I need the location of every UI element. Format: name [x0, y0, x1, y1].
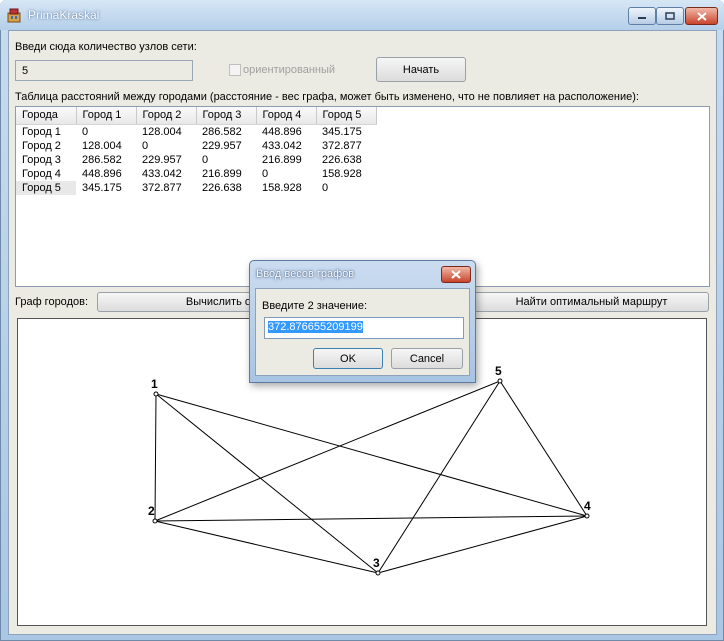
table-cell[interactable]: Город 4	[16, 167, 76, 181]
weight-value-text: 372.876655209199	[268, 321, 363, 333]
close-button[interactable]	[685, 7, 718, 25]
table-cell[interactable]: 216.899	[256, 153, 316, 167]
table-cell[interactable]: 0	[136, 139, 196, 153]
graph-node	[375, 570, 381, 576]
table-row[interactable]: Город 4 448.896 433.042 216.899 0 158.928	[16, 167, 376, 181]
column-header[interactable]: Город 4	[256, 107, 317, 125]
graph-node-label: 4	[584, 499, 591, 513]
window-title: PrimaKraskal	[28, 8, 100, 22]
table-cell[interactable]: 226.638	[196, 181, 256, 195]
table-cell[interactable]: 372.877	[136, 181, 196, 195]
table-cell[interactable]: 448.896	[76, 167, 136, 181]
table-cell[interactable]: 372.877	[316, 139, 376, 153]
table-cell[interactable]: 0	[76, 124, 136, 139]
table-caption: Таблица расстояний между городами (расст…	[15, 91, 639, 103]
table-cell[interactable]: 286.582	[196, 124, 256, 139]
start-button[interactable]: Начать	[376, 57, 466, 82]
table-header-row: Города Город 1 Город 2 Город 3 Город 4 Г…	[16, 107, 377, 125]
table-cell[interactable]: 158.928	[316, 167, 376, 181]
directed-checkbox[interactable]	[229, 64, 241, 76]
table-cell[interactable]: 0	[196, 153, 256, 167]
minimize-button[interactable]	[628, 7, 656, 25]
graph-edge	[154, 393, 157, 522]
graph-node	[497, 378, 503, 384]
graph-edge	[499, 380, 588, 517]
dialog-close-button[interactable]	[441, 266, 471, 283]
column-header[interactable]: Город 1	[76, 107, 137, 125]
table-cell[interactable]: Город 3	[16, 153, 76, 167]
column-header[interactable]: Города	[16, 107, 77, 125]
graph-edge	[155, 393, 588, 517]
app-icon	[6, 7, 22, 23]
table-cell[interactable]: 0	[316, 181, 376, 195]
dialog-prompt: Введите 2 значение:	[262, 300, 367, 312]
dialog-title: Ввод весов графов	[256, 268, 355, 280]
graph-node-label: 3	[373, 556, 380, 570]
table-row[interactable]: Город 5 345.175 372.877 226.638 158.928 0	[16, 180, 376, 195]
graph-edge	[154, 515, 588, 522]
weight-input-dialog: Ввод весов графов Введите 2 значение: 37…	[249, 260, 476, 383]
close-icon	[696, 11, 707, 21]
graph-node	[584, 513, 590, 519]
directed-checkbox-label: ориентированный	[243, 64, 336, 76]
graph-edge	[154, 520, 379, 574]
title-bar: PrimaKraskal	[0, 0, 724, 30]
table-cell[interactable]: 0	[256, 167, 316, 181]
nodes-count-label: Введи сюда количество узлов сети:	[15, 41, 197, 53]
table-row[interactable]: Город 1 0 128.004 286.582 448.896 345.175	[16, 124, 376, 139]
minimize-icon	[638, 17, 646, 19]
table-cell[interactable]: 433.042	[136, 167, 196, 181]
table-row[interactable]: Город 3 286.582 229.957 0 216.899 226.638	[16, 153, 376, 167]
graph-node-label: 1	[151, 377, 158, 391]
table-cell[interactable]: 448.896	[256, 124, 316, 139]
graph-edge	[155, 393, 379, 574]
dialog-body: Введите 2 значение: 372.876655209199 OK …	[255, 288, 470, 376]
ok-button[interactable]: OK	[313, 348, 383, 369]
table-cell[interactable]: Город 2	[16, 139, 76, 153]
distance-grid: Города Город 1 Город 2 Город 3 Город 4 Г…	[16, 107, 377, 195]
graph-node	[152, 518, 158, 524]
graph-node-label: 2	[148, 504, 155, 518]
find-route-button[interactable]: Найти оптимальный маршрут	[474, 292, 709, 312]
table-cell[interactable]: 226.638	[316, 153, 376, 167]
table-cell[interactable]: 433.042	[256, 139, 316, 153]
nodes-count-input[interactable]: 5	[15, 60, 193, 81]
graph-node-label: 5	[495, 364, 502, 378]
table-cell[interactable]: 229.957	[196, 139, 256, 153]
table-cell[interactable]: 229.957	[136, 153, 196, 167]
table-cell[interactable]: 345.175	[76, 181, 136, 195]
table-cell[interactable]: 128.004	[76, 139, 136, 153]
column-header[interactable]: Город 2	[136, 107, 197, 125]
table-cell[interactable]: 128.004	[136, 124, 196, 139]
cancel-button[interactable]: Cancel	[391, 348, 463, 369]
weight-value-input[interactable]: 372.876655209199	[264, 317, 464, 339]
maximize-icon	[665, 12, 675, 20]
column-header[interactable]: Город 3	[196, 107, 257, 125]
graph-label: Граф городов:	[15, 296, 88, 308]
column-header[interactable]: Город 5	[316, 107, 377, 125]
graph-node	[153, 391, 159, 397]
table-row[interactable]: Город 2 128.004 0 229.957 433.042 372.877	[16, 139, 376, 153]
close-icon	[451, 270, 461, 279]
graph-edge	[154, 380, 501, 522]
maximize-button[interactable]	[656, 7, 684, 25]
table-cell[interactable]: Город 1	[16, 124, 76, 139]
table-cell[interactable]: Город 5	[16, 180, 76, 195]
table-cell[interactable]: 216.899	[196, 167, 256, 181]
table-cell[interactable]: 345.175	[316, 124, 376, 139]
table-cell[interactable]: 286.582	[76, 153, 136, 167]
table-cell[interactable]: 158.928	[256, 181, 316, 195]
